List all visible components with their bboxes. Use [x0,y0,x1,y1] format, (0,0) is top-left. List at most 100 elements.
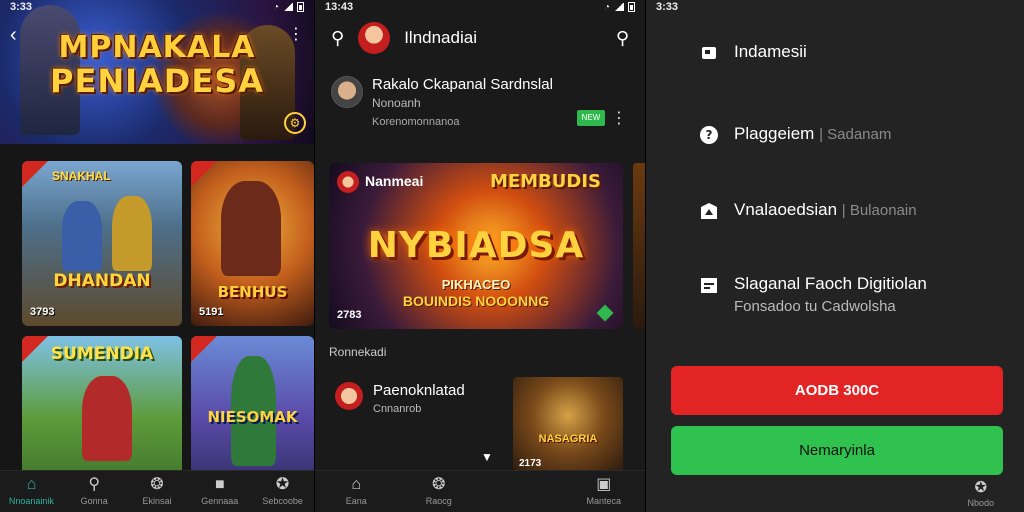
ribbon-badge [191,336,217,362]
settings-item-description: Fonsadoo tu Cadwolsha [734,298,896,315]
more-options-icon[interactable]: ⋮ [611,108,627,128]
app-title: Ilndnadiai [404,28,477,47]
post-meta: Korenomonnanoa [372,116,460,128]
nav-label: Gennaaa [201,496,239,506]
nav-item-games[interactable]: ❂ Raocg [398,471,481,512]
battery-icon [297,2,304,12]
home-icon: ⌂ [26,476,37,493]
home-icon: ⌂ [351,476,362,493]
question-icon: ? [698,124,720,146]
secondary-action-button[interactable]: Nemaryinla [671,426,1003,475]
settings-item-main-text: Plaggeiem [734,124,815,143]
signal-icon [283,3,293,11]
nav-item-home[interactable]: ⌂ Eana [315,471,398,512]
tile-top-text: SNAKHAL [52,169,111,183]
status-time: 3:33 [10,1,33,13]
next-banner-peek[interactable] [633,163,645,329]
featured-hero-banner[interactable]: MPNAKALA PENIADESA ‹ ⋮ ⚙ [0,0,314,144]
avatar [331,76,363,108]
post-subtitle: Nonoanh [372,96,421,110]
nav-item-search[interactable]: ⚲ Gonna [63,471,126,512]
settings-item-label: Indamesii [734,42,807,61]
banner-label-left: Nanmeai [365,173,424,189]
ribbon-badge [191,161,217,187]
hero-title-line2: PENIADESA [50,62,264,100]
nav-item-empty [480,471,563,512]
profile-icon: ✪ [974,479,988,496]
banner-title: NYBIADSA [367,225,585,266]
primary-action-button[interactable]: AODB 300C [671,366,1003,415]
banner-subtitle: PIKHACEO [441,277,511,292]
nav-label: Manteca [586,496,622,506]
thumbnail-count: 2173 [519,458,542,469]
folder-icon [698,42,720,64]
gamepad-icon: ▣ [596,476,612,493]
feed-post[interactable]: Rakalo Ckapanal Sardnslal Nonoanh Koreno… [331,70,629,134]
settings-item[interactable]: Slaganal Faoch Digitiolan Fonsadoo tu Ca… [698,274,1004,315]
post-title: Rakalo Ckapanal Sardnslal [372,76,553,93]
status-time: 13:43 [325,1,354,13]
settings-item-label: Plaggeiem | Sadanam [734,124,891,144]
nav-item-library[interactable]: ■ Gennaaa [188,471,251,512]
wifi-icon: ◔ [272,1,279,13]
tile-character [221,181,281,276]
nav-label: Raocg [425,496,452,506]
banner-subtitle-2: BOUINDIS NOOONNG [402,293,550,309]
section-heading: Ronnekadi [329,345,387,359]
nav-label: Sebcoobe [262,496,303,506]
feed-panel: 13:43 ◔ ⚲ Ilndnadiai ⚲ Rakalo Ckapanal S… [314,0,645,512]
status-bar: 13:43 ◔ [315,0,645,14]
tag-icon [698,200,720,222]
nav-item-profile[interactable]: ✪ Nbodo [967,478,994,508]
nav-item-profile[interactable]: ✪ Sebcoobe [251,471,314,512]
avatar [335,382,363,410]
settings-item-value: | Sadanam [819,126,892,143]
status-icons: ◔ [604,2,635,13]
ribbon-badge [22,161,48,187]
nav-label: Eana [345,496,367,506]
banner-logo [337,171,359,193]
banner-count: 2783 [337,309,362,321]
calendar-icon [698,274,720,296]
settings-item-value: | Bulaonain [841,202,917,219]
thumbnail-title: NASAGRIA [538,433,598,445]
tile-title: SUMENDIA [50,344,154,364]
app-logo [358,22,391,54]
settings-item[interactable]: Indamesii [698,42,1004,64]
settings-item[interactable]: ? Plaggeiem | Sadanam [698,124,1004,146]
nav-label: Nnoanainik [8,496,54,506]
back-arrow-icon[interactable]: ‹ [10,24,17,47]
settings-item-main-text: Vnalaoedsian [734,200,838,219]
controller-icon: ❂ [150,476,164,493]
nav-item-manager[interactable]: ▣ Manteca [563,471,646,512]
hero-badge-icon: ⚙ [284,112,306,134]
tile-title: BENHUS [217,283,288,301]
search-icon: ⚲ [88,476,101,493]
profile-icon: ✪ [275,476,290,493]
bottom-navigation: ⌂ Eana ❂ Raocg ▣ Manteca [315,470,645,512]
bottom-navigation: ⌂ Nnoanainik ⚲ Gonna ❂ Ekinsai ■ Gennaaa… [0,470,314,512]
tile-count: 5191 [199,306,224,318]
game-thumbnail[interactable]: NASAGRIA 2173 [513,377,623,473]
settings-item[interactable]: Vnalaoedsian | Bulaonain [698,200,1004,222]
settings-item-label: Slaganal Faoch Digitiolan [734,274,927,293]
nav-item-games[interactable]: ❂ Ekinsai [126,471,189,512]
nav-item-home[interactable]: ⌂ Nnoanainik [0,471,63,512]
tile-count: 3793 [30,306,55,318]
game-tile[interactable]: BENHUS 5191 [191,161,314,326]
status-bar: 3:33 [646,0,1024,14]
status-time: 3:33 [656,1,679,13]
search-icon[interactable]: ⚲ [331,28,344,49]
list-item[interactable]: Paenoknlatad Cnnanrob ▼ [329,370,505,466]
search-icon[interactable]: ⚲ [616,28,629,49]
more-options-icon[interactable]: ⋮ [288,24,304,44]
battery-icon [628,2,635,12]
tile-title: NIESOMAK [207,408,298,426]
nav-label: Nbodo [967,498,994,508]
chevron-down-icon[interactable]: ▼ [481,450,493,464]
featured-banner[interactable]: Nanmeai MEMBUDIS NYBIADSA PIKHACEO BOUIN… [329,163,623,329]
signal-icon [614,3,624,11]
status-icons: ◔ [273,2,304,13]
game-tile[interactable]: SNAKHAL DHANDAN 3793 [22,161,182,326]
game-list-panel: MPNAKALA PENIADESA ‹ ⋮ ⚙ 3:33 ◔ SNAKHAL … [0,0,314,512]
